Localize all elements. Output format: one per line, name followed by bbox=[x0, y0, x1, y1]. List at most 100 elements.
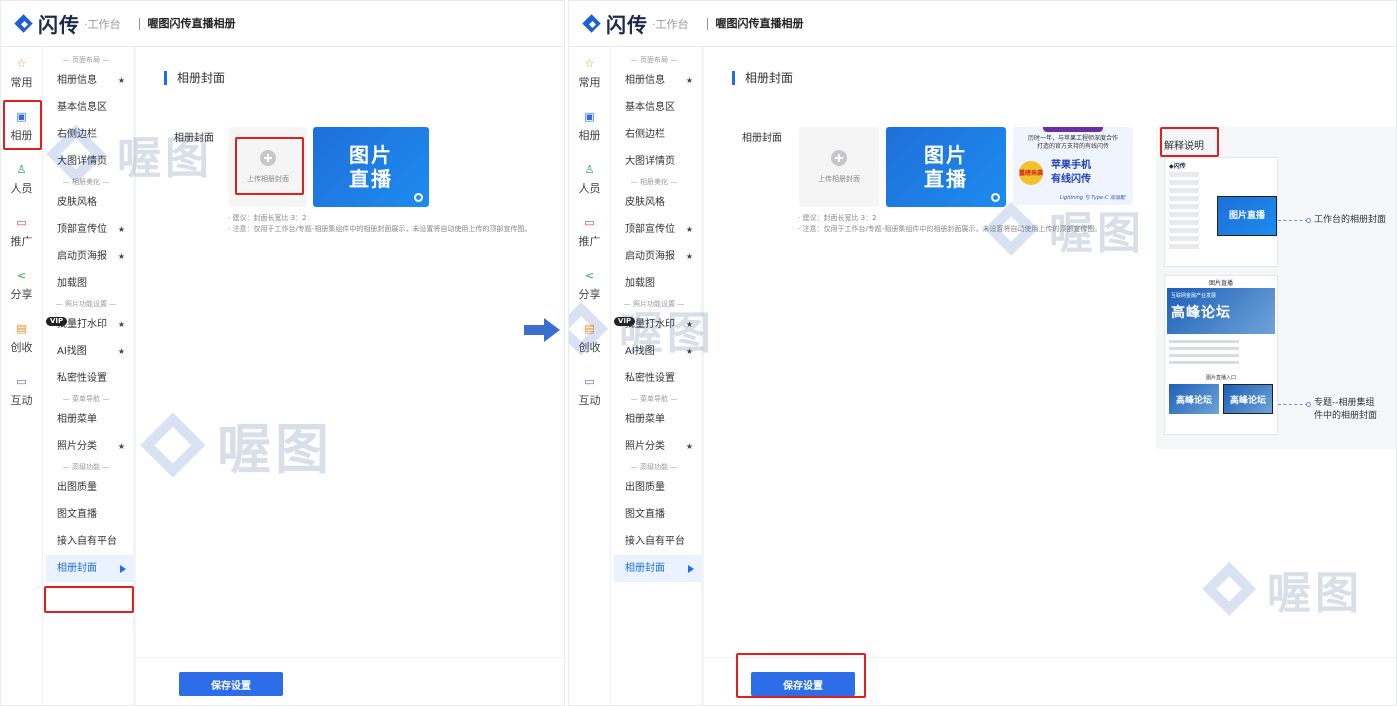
callout-workbench: 工作台的相册封面 bbox=[1314, 215, 1387, 225]
workbench-preview: ◆闪传 图片直播 bbox=[1164, 157, 1278, 267]
watermark-logo-icon bbox=[979, 197, 1043, 261]
nav-item-album-menu[interactable]: 相册菜单 bbox=[611, 406, 701, 433]
mini-menu bbox=[1169, 172, 1199, 252]
app-title: 喔图闪传直播相册 bbox=[706, 17, 804, 30]
rail-item-people[interactable]: ♙ 人员 bbox=[1, 153, 42, 206]
promo-head: 历时一年，与苹果工程师深度合作 打造的官方支持的有线闪传 bbox=[1013, 135, 1133, 151]
rail-item-album[interactable]: ▣ 相册 bbox=[569, 100, 610, 153]
nav-item-label: 加载图 bbox=[625, 278, 655, 289]
nav-item-top-banner[interactable]: 顶部宣传位 ★ bbox=[43, 216, 133, 243]
nav-item-privacy[interactable]: 私密性设置 bbox=[611, 365, 701, 392]
nav-item-label: 照片分类 bbox=[625, 441, 665, 452]
nav-item-splash[interactable]: 启动页海报 ★ bbox=[611, 243, 701, 270]
watermark: 喔图 bbox=[1197, 557, 1363, 621]
nav-item-album-info[interactable]: 相册信息 ★ bbox=[43, 67, 133, 94]
promo-title: 苹果手机 有线闪传 bbox=[1051, 159, 1091, 187]
nav-item-loading[interactable]: 加载图 bbox=[43, 270, 133, 297]
rail-item-common[interactable]: ☆ 常用 bbox=[1, 47, 42, 100]
nav-item-text-live[interactable]: 图文直播 bbox=[611, 501, 701, 528]
nav-item-skin[interactable]: 皮肤风格 bbox=[611, 189, 701, 216]
nav-item-album-cover[interactable]: 相册封面 bbox=[614, 555, 701, 582]
watermark: 喔图 bbox=[135, 405, 333, 484]
nav-item-output-quality[interactable]: 出图质量 bbox=[43, 474, 133, 501]
rail-label: 互动 bbox=[10, 393, 33, 407]
nav-item-label: 顶部宣传位 bbox=[57, 224, 107, 235]
vip-badge: VIP bbox=[46, 317, 68, 326]
nav-group-title: — 高级功能 — bbox=[630, 463, 678, 471]
nav-item-basic-info[interactable]: 基本信息区 bbox=[611, 94, 701, 121]
nav-item-album-menu[interactable]: 相册菜单 bbox=[43, 406, 133, 433]
nav-item-output-quality[interactable]: 出图质量 bbox=[611, 474, 701, 501]
callout-line bbox=[1278, 220, 1308, 221]
cover-preview[interactable]: 图片 直播 bbox=[886, 127, 1006, 207]
nav-item-album-info[interactable]: 相册信息 ★ bbox=[611, 67, 701, 94]
nav-item-big-image[interactable]: 大图详情页 bbox=[611, 148, 701, 175]
upload-cover-button[interactable]: 上传相册封面 bbox=[799, 127, 879, 207]
nav-item-label: 加载图 bbox=[57, 278, 87, 289]
nav-item-loading[interactable]: 加载图 bbox=[611, 270, 701, 297]
rail-item-promote[interactable]: ▭ 推广 bbox=[569, 206, 610, 259]
callout-line bbox=[1278, 404, 1308, 405]
nav-item-right-sidebar[interactable]: 右侧边栏 bbox=[611, 121, 701, 148]
nav-item-label: 图文直播 bbox=[57, 509, 97, 520]
nav-item-label: 图文直播 bbox=[625, 509, 665, 520]
mini-card: 高峰论坛 bbox=[1223, 384, 1273, 414]
nav-item-basic-info[interactable]: 基本信息区 bbox=[43, 94, 133, 121]
share-icon: < bbox=[584, 268, 595, 282]
rail-label: 推广 bbox=[578, 234, 601, 248]
nav-item-splash[interactable]: 启动页海报 ★ bbox=[43, 243, 133, 270]
nav-item-label: 大图详情页 bbox=[625, 156, 675, 167]
promo-top-bar bbox=[1043, 127, 1103, 132]
cover-text-line: 直播 bbox=[349, 167, 393, 191]
rail-item-people[interactable]: ♙ 人员 bbox=[569, 153, 610, 206]
logo[interactable]: 闪传 ·工作台 bbox=[581, 9, 689, 38]
watermark-logo-icon bbox=[569, 297, 613, 361]
rail-item-share[interactable]: < 分享 bbox=[1, 259, 42, 312]
watermark-logo-icon bbox=[135, 407, 211, 483]
nav-item-watermark[interactable]: VIP 批量打水印 ★ bbox=[43, 311, 133, 338]
nav-item-album-cover[interactable]: 相册封面 bbox=[46, 555, 133, 582]
watermark-logo-icon bbox=[41, 119, 111, 189]
logo-text: 闪传 bbox=[38, 13, 80, 37]
interact-icon: ▭ bbox=[16, 374, 27, 388]
rail-label: 互动 bbox=[578, 393, 601, 407]
nav-item-top-banner[interactable]: 顶部宣传位 ★ bbox=[611, 216, 701, 243]
nav-item-skin[interactable]: 皮肤风格 bbox=[43, 189, 133, 216]
share-icon: < bbox=[16, 268, 27, 282]
callout-topic: 专题--相册集组 件中的相册封面 bbox=[1314, 397, 1377, 423]
logo[interactable]: 闪传 ·工作台 bbox=[13, 9, 121, 38]
app-title: 喔图闪传直播相册 bbox=[138, 17, 236, 30]
nav-group-title: — 相册美化 — bbox=[630, 178, 678, 186]
mini2-big: 高峰论坛 bbox=[1171, 305, 1231, 321]
nav-item-label: 出图质量 bbox=[625, 482, 665, 493]
top-bar: 闪传 ·工作台 喔图闪传直播相册 bbox=[569, 1, 1396, 47]
cover-preview[interactable]: 图片 直播 bbox=[313, 127, 429, 207]
nav-item-platform[interactable]: 接入自有平台 bbox=[43, 528, 133, 555]
nav-item-platform[interactable]: 接入自有平台 bbox=[611, 528, 701, 555]
save-button[interactable]: 保存设置 bbox=[179, 672, 283, 696]
rail-label: 创收 bbox=[10, 340, 33, 354]
rail-item-revenue[interactable]: ▤ 创收 bbox=[1, 312, 42, 365]
watermark: 喔图 bbox=[41, 119, 213, 189]
nav-group-title: — 页面布局 — bbox=[62, 56, 110, 64]
rail-item-interact[interactable]: ▭ 互动 bbox=[569, 365, 610, 418]
rail-item-promote[interactable]: ▭ 推广 bbox=[1, 206, 42, 259]
promote-icon: ▭ bbox=[584, 215, 595, 229]
nav-item-label: AI找图 bbox=[57, 346, 87, 357]
promo-cover[interactable]: 历时一年，与苹果工程师深度合作 打造的官方支持的有线闪传 重磅来袭 苹果手机 有线闪… bbox=[1013, 127, 1133, 205]
nav-item-label: 启动页海报 bbox=[57, 251, 107, 262]
watermark-text: 喔图 bbox=[619, 308, 715, 359]
mini-cover: 图片直播 bbox=[1217, 196, 1277, 236]
hint-text: · 建议：封面长宽比 3：2 · 注意：仅用于工作台/专题-相册集组件中的相册封… bbox=[228, 213, 531, 235]
rail-item-common[interactable]: ☆ 常用 bbox=[569, 47, 610, 100]
nav-item-photo-category[interactable]: 照片分类 ★ bbox=[43, 433, 133, 460]
required-star: ★ bbox=[117, 442, 125, 451]
nav-item-photo-category[interactable]: 照片分类 ★ bbox=[611, 433, 701, 460]
nav-item-label: 私密性设置 bbox=[625, 373, 675, 384]
nav-item-privacy[interactable]: 私密性设置 bbox=[43, 365, 133, 392]
nav-item-text-live[interactable]: 图文直播 bbox=[43, 501, 133, 528]
nav-item-ai-find[interactable]: AI找图 ★ bbox=[43, 338, 133, 365]
rail-item-interact[interactable]: ▭ 互动 bbox=[1, 365, 42, 418]
step-arrow bbox=[524, 318, 562, 342]
tutorial-comparison: 闪传 ·工作台 喔图闪传直播相册 ☆ 常用 ▣ 相册 ♙ 人员 ▭ 推广 < 分享 ▤ 创收… bbox=[0, 0, 1397, 706]
